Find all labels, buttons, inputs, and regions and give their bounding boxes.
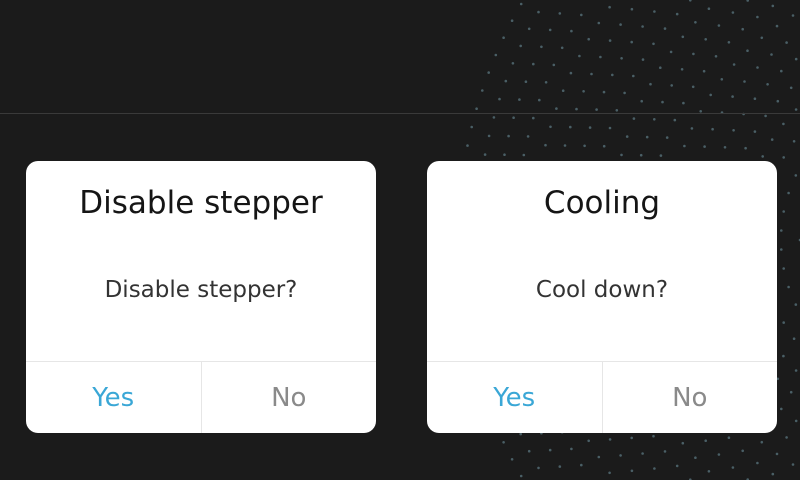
dialog-title: Disable stepper — [79, 185, 323, 221]
dialog-button-row: Yes No — [26, 361, 376, 433]
yes-button[interactable]: Yes — [427, 362, 602, 433]
no-button[interactable]: No — [200, 362, 377, 433]
dialog-message: Cool down? — [535, 277, 669, 303]
dialog-message: Disable stepper? — [104, 277, 298, 303]
cooling-dialog: Cooling Cool down? Yes No — [427, 161, 777, 433]
header-divider — [0, 113, 800, 114]
disable-stepper-dialog: Disable stepper Disable stepper? Yes No — [26, 161, 376, 433]
dialog-title: Cooling — [543, 185, 661, 221]
yes-button[interactable]: Yes — [26, 362, 201, 433]
no-button[interactable]: No — [601, 362, 778, 433]
dialog-button-row: Yes No — [427, 361, 777, 433]
